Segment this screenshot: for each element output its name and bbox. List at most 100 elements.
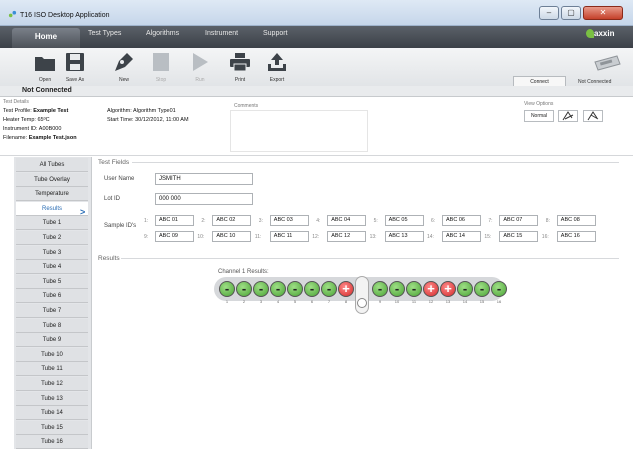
sidebar-item-tube-12[interactable]: Tube 12 <box>16 377 88 391</box>
instrument-device-icon <box>594 55 621 71</box>
sidebar-item-tube-7[interactable]: Tube 7 <box>16 304 88 318</box>
print-icon[interactable] <box>229 52 251 72</box>
menu-algorithms[interactable]: Algorithms <box>146 30 179 37</box>
sample-id-field[interactable]: ABC 10 <box>212 231 252 242</box>
sidebar-item-tube-4[interactable]: Tube 4 <box>16 260 88 275</box>
sample-id-field[interactable]: ABC 11 <box>269 231 309 242</box>
comments-box[interactable] <box>230 110 368 152</box>
sample-id-field[interactable]: ABC 01 <box>155 215 194 226</box>
tube-number: 12 <box>428 299 434 304</box>
menu-home[interactable]: Home <box>12 28 80 48</box>
maximize-button[interactable]: ▢ <box>561 6 581 20</box>
test-fields-heading: Test Fields <box>98 159 130 166</box>
sidebar-item-tube-10[interactable]: Tube 10 <box>16 347 88 362</box>
sample-id-field[interactable]: ABC 02 <box>212 215 252 226</box>
run-icon[interactable] <box>189 52 211 72</box>
tube-negative-icon[interactable]: - <box>287 281 303 297</box>
sample-id-number: 9: <box>144 234 149 240</box>
lot-id-field[interactable]: 000 000 <box>155 193 253 205</box>
new-test-icon[interactable] <box>113 52 135 72</box>
sample-id-field[interactable]: ABC 14 <box>442 231 481 242</box>
results-heading: Results <box>98 255 120 262</box>
new-button[interactable]: New <box>106 77 142 83</box>
view-options-heading: View Options <box>524 101 554 107</box>
sidebar-item-results[interactable]: Results <box>16 201 88 216</box>
results-separator-knob[interactable] <box>357 298 367 308</box>
sample-id-number: 3: <box>258 218 263 224</box>
menu-test-types[interactable]: Test Types <box>88 30 121 37</box>
print-button[interactable]: Print <box>222 77 258 83</box>
tube-negative-icon[interactable]: - <box>491 281 507 297</box>
sidebar-item-tube-1[interactable]: Tube 1 <box>16 216 88 231</box>
save-as-button[interactable]: Save As <box>57 77 93 83</box>
sidebar-item-all-tubes[interactable]: All Tubes <box>16 158 88 172</box>
tube-number: 14 <box>462 299 468 304</box>
sample-id-field[interactable]: ABC 05 <box>384 215 424 226</box>
view-scale-1-icon[interactable] <box>558 110 578 122</box>
sample-id-field[interactable]: ABC 16 <box>556 231 596 242</box>
tube-negative-icon[interactable]: - <box>321 281 337 297</box>
folder-icon[interactable] <box>34 52 56 72</box>
sidebar-item-tube-3[interactable]: Tube 3 <box>16 245 88 260</box>
sample-id-field[interactable]: ABC 09 <box>155 231 194 242</box>
tube-positive-icon[interactable]: + <box>338 281 354 297</box>
tube-negative-icon[interactable]: - <box>270 281 286 297</box>
sample-id-field[interactable]: ABC 13 <box>384 231 424 242</box>
tube-negative-icon[interactable]: - <box>304 281 320 297</box>
sidebar-item-tube-2[interactable]: Tube 2 <box>16 231 88 245</box>
instrument-id-row: Instrument ID: A00B000 <box>3 126 62 132</box>
sidebar-item-tube-6[interactable]: Tube 6 <box>16 289 88 304</box>
minimize-button[interactable]: – <box>539 6 559 20</box>
sample-id-number: 15: <box>484 234 492 240</box>
sample-id-field[interactable]: ABC 03 <box>269 215 309 226</box>
save-icon[interactable] <box>64 52 86 72</box>
sample-id-field[interactable]: ABC 04 <box>327 215 367 226</box>
sample-id-field[interactable]: ABC 07 <box>499 215 539 226</box>
sidebar-item-tube-9[interactable]: Tube 9 <box>16 333 88 348</box>
user-name-label: User Name <box>104 176 135 182</box>
sidebar-item-tube-16[interactable]: Tube 16 <box>16 435 88 449</box>
tube-number: 3 <box>259 299 263 304</box>
user-name-field[interactable]: JSMITH <box>155 173 253 185</box>
stop-button[interactable]: Stop <box>143 77 179 83</box>
sample-id-field[interactable]: ABC 12 <box>327 231 367 242</box>
sidebar-item-tube-overlay[interactable]: Tube Overlay <box>16 172 88 187</box>
sidebar-item-tube-14[interactable]: Tube 14 <box>16 406 88 421</box>
sidebar-item-tube-8[interactable]: Tube 8 <box>16 318 88 333</box>
export-icon[interactable] <box>266 52 288 72</box>
stop-icon[interactable] <box>150 52 172 72</box>
tube-negative-icon[interactable]: - <box>457 281 473 297</box>
export-button[interactable]: Export <box>259 77 295 83</box>
tube-number: 4 <box>276 299 280 304</box>
window-title: T16 ISO Desktop Application <box>20 12 110 19</box>
menu-instrument[interactable]: Instrument <box>205 30 238 37</box>
tube-number: 6 <box>310 299 314 304</box>
run-button[interactable]: Run <box>182 77 218 83</box>
sample-id-field[interactable]: ABC 06 <box>442 215 481 226</box>
view-normal-button[interactable]: Normal <box>524 110 554 122</box>
tube-negative-icon[interactable]: - <box>253 281 269 297</box>
tube-negative-icon[interactable]: - <box>372 281 388 297</box>
sample-id-number: 14: <box>427 234 434 240</box>
tube-negative-icon[interactable]: - <box>389 281 405 297</box>
view-scale-2-icon[interactable] <box>583 110 603 122</box>
connection-status-label: Not Connected <box>578 79 612 85</box>
tube-positive-icon[interactable]: + <box>440 281 456 297</box>
tube-number: 9 <box>378 299 382 304</box>
algorithm-row: Algorithm: Algorithm Type01 <box>107 108 176 114</box>
menu-support[interactable]: Support <box>263 30 288 37</box>
close-button[interactable]: ✕ <box>583 6 623 20</box>
tube-positive-icon[interactable]: + <box>423 281 439 297</box>
tube-negative-icon[interactable]: - <box>406 281 422 297</box>
sidebar-item-temperature[interactable]: Temperature <box>16 187 88 202</box>
tube-negative-icon[interactable]: - <box>219 281 235 297</box>
sample-id-number: 16: <box>541 234 549 240</box>
sample-id-field[interactable]: ABC 08 <box>556 215 596 226</box>
sidebar-item-tube-11[interactable]: Tube 11 <box>16 362 88 377</box>
sidebar-item-tube-15[interactable]: Tube 15 <box>16 420 88 435</box>
sample-id-field[interactable]: ABC 15 <box>499 231 539 242</box>
sidebar-item-tube-13[interactable]: Tube 13 <box>16 391 88 406</box>
tube-negative-icon[interactable]: - <box>474 281 490 297</box>
tube-negative-icon[interactable]: - <box>236 281 252 297</box>
sidebar-item-tube-5[interactable]: Tube 5 <box>16 274 88 289</box>
